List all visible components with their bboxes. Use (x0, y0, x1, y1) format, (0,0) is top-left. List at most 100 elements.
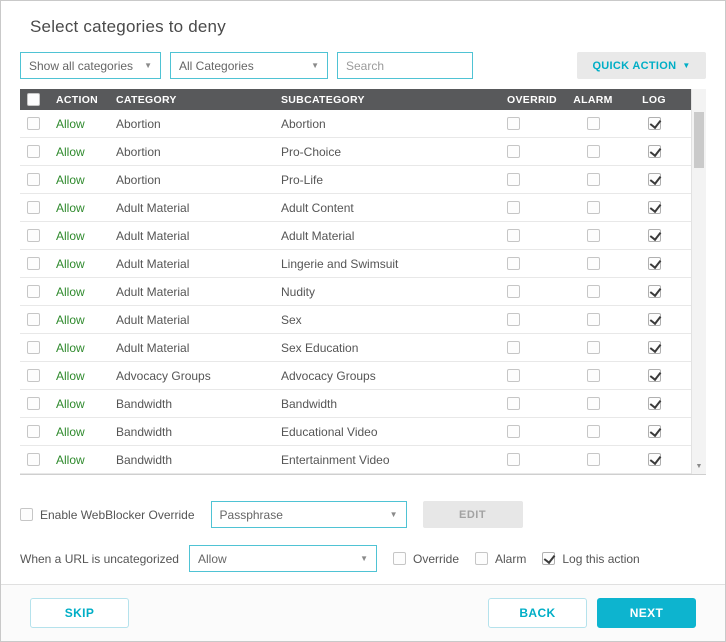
row-log-checkbox[interactable] (647, 229, 661, 242)
row-select-checkbox[interactable] (27, 201, 40, 214)
uncategorized-alarm-checkbox[interactable] (475, 552, 488, 565)
row-alarm-checkbox[interactable] (586, 341, 600, 354)
enable-override-checkbox[interactable] (20, 508, 33, 521)
table-row[interactable]: Allow Abortion Pro-Life (20, 166, 706, 194)
skip-button[interactable]: SKIP (30, 598, 129, 628)
row-override-checkbox[interactable] (507, 257, 520, 270)
row-log-checkbox[interactable] (647, 257, 661, 270)
row-alarm-checkbox[interactable] (586, 173, 600, 186)
row-log-cell (625, 201, 683, 214)
table-row[interactable]: Allow Bandwidth Educational Video (20, 418, 706, 446)
row-select-checkbox[interactable] (27, 145, 40, 158)
table-row[interactable]: Allow Adult Material Adult Material (20, 222, 706, 250)
select-all-checkbox[interactable] (27, 93, 40, 106)
row-select-checkbox[interactable] (27, 369, 40, 382)
row-alarm-checkbox[interactable] (586, 229, 600, 242)
row-override-checkbox[interactable] (507, 397, 520, 410)
row-select-checkbox[interactable] (27, 285, 40, 298)
row-override-checkbox[interactable] (507, 285, 520, 298)
row-select-checkbox[interactable] (27, 453, 40, 466)
next-button[interactable]: NEXT (597, 598, 696, 628)
row-log-checkbox[interactable] (647, 145, 661, 158)
row-override-checkbox[interactable] (507, 117, 520, 130)
row-log-checkbox[interactable] (647, 341, 661, 354)
row-override-checkbox[interactable] (507, 453, 520, 466)
uncategorized-alarm-label[interactable]: Alarm (475, 552, 526, 566)
row-override-checkbox[interactable] (507, 229, 520, 242)
row-override-checkbox[interactable] (507, 341, 520, 354)
row-select-checkbox[interactable] (27, 341, 40, 354)
table-row[interactable]: Allow Bandwidth Entertainment Video (20, 446, 706, 474)
row-alarm-checkbox[interactable] (586, 397, 600, 410)
row-alarm-cell (561, 229, 625, 242)
row-log-checkbox[interactable] (647, 117, 661, 130)
scrollbar-thumb[interactable] (694, 112, 704, 168)
row-select-checkbox[interactable] (27, 313, 40, 326)
row-select-checkbox[interactable] (27, 425, 40, 438)
scroll-down-arrow-icon[interactable]: ▼ (692, 459, 706, 473)
row-select-checkbox[interactable] (27, 257, 40, 270)
row-alarm-checkbox[interactable] (586, 453, 600, 466)
table-row[interactable]: Allow Advocacy Groups Advocacy Groups (20, 362, 706, 390)
row-override-checkbox[interactable] (507, 425, 520, 438)
row-select-cell (20, 229, 56, 242)
uncategorized-log-checkbox[interactable] (542, 552, 556, 565)
edit-button[interactable]: EDIT (422, 501, 523, 528)
row-action: Allow (56, 200, 85, 215)
row-alarm-checkbox[interactable] (586, 145, 600, 158)
row-alarm-cell (561, 313, 625, 326)
table-row[interactable]: Allow Abortion Pro-Choice (20, 138, 706, 166)
table-row[interactable]: Allow Adult Material Lingerie and Swimsu… (20, 250, 706, 278)
row-log-checkbox[interactable] (647, 425, 661, 438)
row-override-checkbox[interactable] (507, 173, 520, 186)
row-alarm-checkbox[interactable] (586, 117, 600, 130)
row-log-checkbox[interactable] (647, 369, 661, 382)
footer-bar: SKIP BACK NEXT (1, 584, 725, 641)
row-alarm-checkbox[interactable] (586, 201, 600, 214)
row-alarm-checkbox[interactable] (586, 313, 600, 326)
table-row[interactable]: Allow Adult Material Nudity (20, 278, 706, 306)
row-log-checkbox[interactable] (647, 201, 661, 214)
row-log-checkbox[interactable] (647, 397, 661, 410)
uncategorized-action-dropdown[interactable]: Allow ▼ (188, 545, 377, 572)
row-alarm-checkbox[interactable] (586, 257, 600, 270)
enable-override-label[interactable]: Enable WebBlocker Override (20, 508, 195, 522)
table-header: ACTION CATEGORY SUBCATEGORY OVERRID ALAR… (20, 89, 706, 110)
row-subcategory: Sex Education (281, 340, 359, 355)
row-select-checkbox[interactable] (27, 117, 40, 130)
row-override-checkbox[interactable] (507, 145, 520, 158)
row-alarm-cell (561, 425, 625, 438)
row-log-checkbox[interactable] (647, 285, 661, 298)
show-categories-dropdown[interactable]: Show all categories ▼ (20, 52, 161, 79)
row-action: Allow (56, 256, 85, 271)
row-alarm-checkbox[interactable] (586, 425, 600, 438)
row-log-checkbox[interactable] (647, 453, 661, 466)
row-action: Allow (56, 340, 85, 355)
row-select-checkbox[interactable] (27, 229, 40, 242)
back-button[interactable]: BACK (488, 598, 587, 628)
table-row[interactable]: Allow Adult Material Sex Education (20, 334, 706, 362)
table-row[interactable]: Allow Adult Material Sex (20, 306, 706, 334)
uncategorized-override-label[interactable]: Override (392, 552, 459, 566)
override-method-dropdown[interactable]: Passphrase ▼ (210, 501, 407, 528)
row-select-checkbox[interactable] (27, 397, 40, 410)
search-input[interactable] (337, 52, 473, 79)
row-alarm-checkbox[interactable] (586, 285, 600, 298)
table-row[interactable]: Allow Adult Material Adult Content (20, 194, 706, 222)
row-log-cell (625, 145, 683, 158)
row-override-checkbox[interactable] (507, 369, 520, 382)
table-row[interactable]: Allow Abortion Abortion (20, 110, 706, 138)
row-alarm-checkbox[interactable] (586, 369, 600, 382)
table-row[interactable]: Allow Bandwidth Bandwidth (20, 390, 706, 418)
row-override-checkbox[interactable] (507, 313, 520, 326)
row-log-cell (625, 341, 683, 354)
row-log-checkbox[interactable] (647, 173, 661, 186)
quick-action-button[interactable]: QUICK ACTION ▼ (577, 52, 706, 79)
uncategorized-log-label[interactable]: Log this action (542, 552, 640, 566)
category-filter-dropdown[interactable]: All Categories ▼ (170, 52, 328, 79)
row-select-checkbox[interactable] (27, 173, 40, 186)
uncategorized-override-checkbox[interactable] (392, 552, 406, 565)
table-scrollbar[interactable]: ▼ (691, 89, 706, 474)
row-override-checkbox[interactable] (507, 201, 520, 214)
row-log-checkbox[interactable] (647, 313, 661, 326)
